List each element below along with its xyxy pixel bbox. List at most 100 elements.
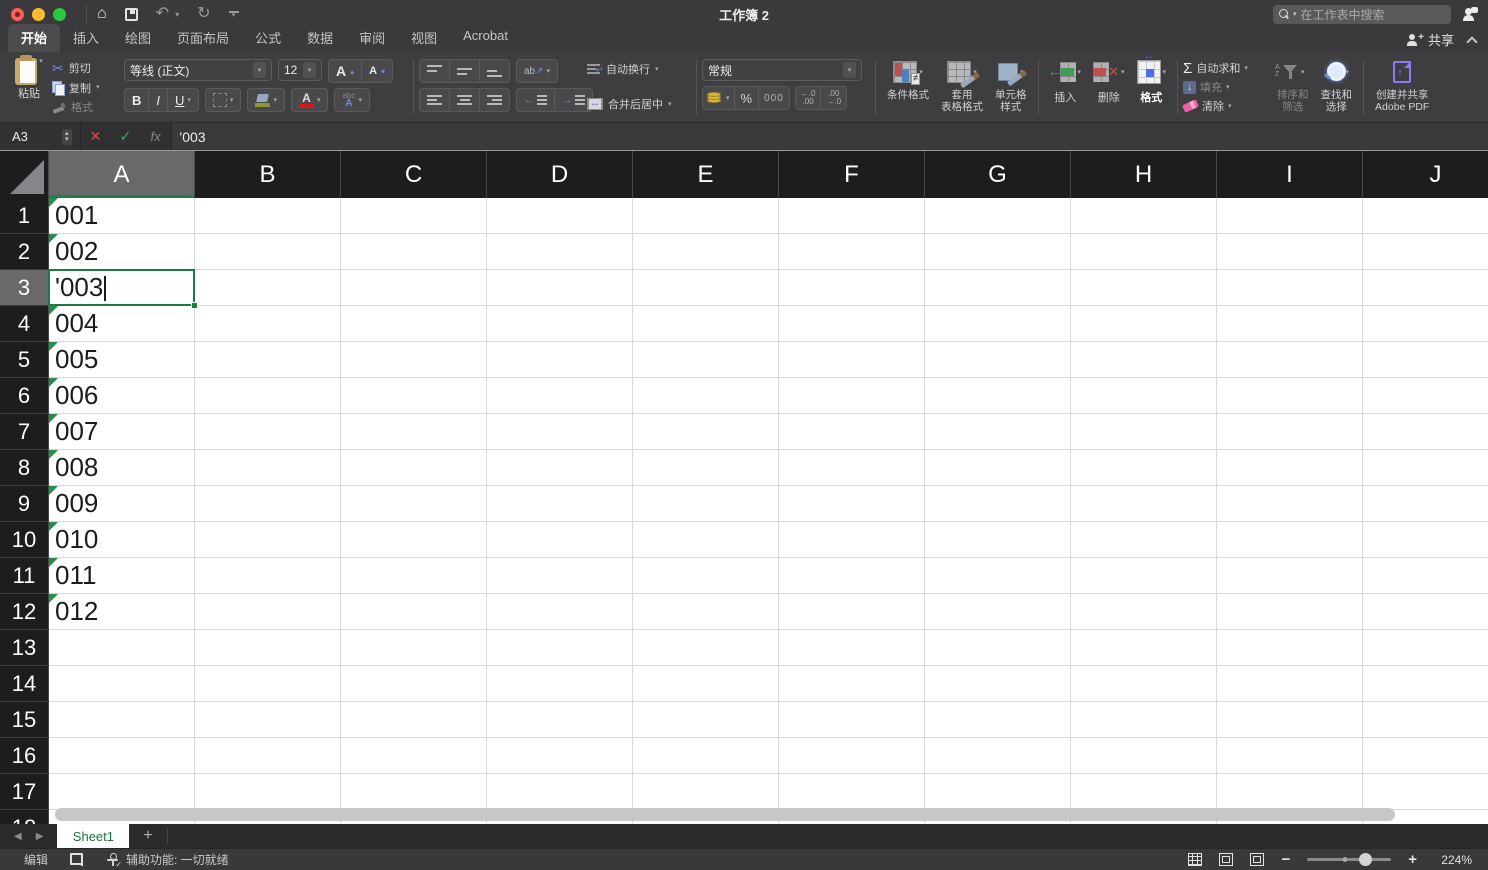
cell-B5[interactable] — [195, 342, 341, 378]
cut-button[interactable]: ✂ 剪切 — [52, 59, 100, 77]
cell-E13[interactable] — [633, 630, 779, 666]
search-input[interactable]: ▾ 在工作表中搜索 — [1273, 4, 1451, 24]
italic-button[interactable]: I — [149, 89, 169, 111]
cell-F8[interactable] — [779, 450, 925, 486]
cell-B6[interactable] — [195, 378, 341, 414]
cell-E16[interactable] — [633, 738, 779, 774]
cell-C4[interactable] — [341, 306, 487, 342]
profile-icon[interactable] — [1463, 7, 1478, 21]
cell-J3[interactable] — [1363, 270, 1488, 306]
cell-A6[interactable]: 006 — [49, 378, 195, 414]
borders-button[interactable]: ▾ — [206, 89, 241, 111]
cell-I14[interactable] — [1217, 666, 1363, 702]
cell-A3[interactable]: '003 — [48, 269, 198, 309]
cell-H14[interactable] — [1071, 666, 1217, 702]
cell-H13[interactable] — [1071, 630, 1217, 666]
tab-插入[interactable]: 插入 — [60, 24, 112, 52]
cell-B11[interactable] — [195, 558, 341, 594]
cell-C14[interactable] — [341, 666, 487, 702]
cell-G1[interactable] — [925, 198, 1071, 234]
cell-D12[interactable] — [487, 594, 633, 630]
cell-F9[interactable] — [779, 486, 925, 522]
cell-D1[interactable] — [487, 198, 633, 234]
cell-I6[interactable] — [1217, 378, 1363, 414]
row-header-9[interactable]: 9 — [0, 486, 49, 522]
cell-E6[interactable] — [633, 378, 779, 414]
cell-H8[interactable] — [1071, 450, 1217, 486]
cell-C12[interactable] — [341, 594, 487, 630]
add-sheet-button[interactable]: + — [143, 827, 152, 845]
cell-F12[interactable] — [779, 594, 925, 630]
cell-I15[interactable] — [1217, 702, 1363, 738]
cell-G11[interactable] — [925, 558, 1071, 594]
column-header-E[interactable]: E — [633, 151, 779, 198]
cell-I13[interactable] — [1217, 630, 1363, 666]
cell-D14[interactable] — [487, 666, 633, 702]
row-header-14[interactable]: 14 — [0, 666, 49, 702]
row-header-2[interactable]: 2 — [0, 234, 49, 270]
row-header-1[interactable]: 1 — [0, 198, 49, 234]
cell-F16[interactable] — [779, 738, 925, 774]
cell-C10[interactable] — [341, 522, 487, 558]
copy-button[interactable]: 复制 ▾ — [52, 79, 100, 97]
sheet-tab-Sheet1[interactable]: Sheet1 — [57, 824, 130, 848]
sheet-forward-icon[interactable]: ▶ — [36, 831, 44, 842]
column-header-D[interactable]: D — [487, 151, 633, 198]
cell-G17[interactable] — [925, 774, 1071, 810]
share-button[interactable]: + 共享 — [1406, 30, 1454, 49]
cell-G13[interactable] — [925, 630, 1071, 666]
create-share-pdf-button[interactable]: ↑ 创建并共享 Adobe PDF — [1369, 56, 1435, 120]
row-header-16[interactable]: 16 — [0, 738, 49, 774]
collapse-ribbon-icon[interactable] — [1466, 35, 1478, 48]
cell-C11[interactable] — [341, 558, 487, 594]
row-header-10[interactable]: 10 — [0, 522, 49, 558]
undo-caret-icon[interactable]: ▾ — [175, 10, 179, 19]
format-cells-button[interactable]: ↔ ▾ 格式 — [1131, 52, 1173, 120]
cell-F6[interactable] — [779, 378, 925, 414]
cell-A11[interactable]: 011 — [49, 558, 195, 594]
row-header-8[interactable]: 8 — [0, 450, 49, 486]
cell-H7[interactable] — [1071, 414, 1217, 450]
phonetic-button[interactable]: abc A ▾ — [335, 89, 368, 111]
cell-G12[interactable] — [925, 594, 1071, 630]
tab-公式[interactable]: 公式 — [242, 24, 294, 52]
merge-center-button[interactable]: ↔ 合并后居中 ▾ — [587, 96, 691, 112]
cell-D15[interactable] — [487, 702, 633, 738]
cell-B3[interactable] — [195, 270, 341, 306]
cell-C13[interactable] — [341, 630, 487, 666]
cell-E10[interactable] — [633, 522, 779, 558]
cell-J16[interactable] — [1363, 738, 1488, 774]
cell-A9[interactable]: 009 — [49, 486, 195, 522]
cell-D16[interactable] — [487, 738, 633, 774]
column-header-F[interactable]: F — [779, 151, 925, 198]
zoom-slider-thumb[interactable] — [1359, 853, 1373, 866]
row-header-5[interactable]: 5 — [0, 342, 49, 378]
cell-B13[interactable] — [195, 630, 341, 666]
increase-decimal-button[interactable]: ←.0 .00 — [796, 87, 822, 109]
decrease-font-button[interactable]: A ▾ — [362, 60, 392, 82]
cell-A5[interactable]: 005 — [49, 342, 195, 378]
cell-G14[interactable] — [925, 666, 1071, 702]
cell-D11[interactable] — [487, 558, 633, 594]
tab-视图[interactable]: 视图 — [398, 24, 450, 52]
cell-C15[interactable] — [341, 702, 487, 738]
select-all-corner[interactable] — [0, 151, 49, 198]
tab-审阅[interactable]: 审阅 — [346, 24, 398, 52]
column-header-I[interactable]: I — [1217, 151, 1363, 198]
cell-B14[interactable] — [195, 666, 341, 702]
currency-button[interactable]: ▾ — [703, 87, 735, 109]
cell-H17[interactable] — [1071, 774, 1217, 810]
align-center-button[interactable] — [450, 89, 480, 111]
paste-button[interactable]: ▾ 粘贴 — [6, 55, 52, 120]
cell-D13[interactable] — [487, 630, 633, 666]
row-header-3[interactable]: 3 — [0, 270, 49, 306]
cell-F7[interactable] — [779, 414, 925, 450]
cell-C5[interactable] — [341, 342, 487, 378]
cell-E11[interactable] — [633, 558, 779, 594]
row-header-17[interactable]: 17 — [0, 774, 49, 810]
cell-A12[interactable]: 012 — [49, 594, 195, 630]
cell-I16[interactable] — [1217, 738, 1363, 774]
cell-H4[interactable] — [1071, 306, 1217, 342]
cell-J8[interactable] — [1363, 450, 1488, 486]
column-header-H[interactable]: H — [1071, 151, 1217, 198]
